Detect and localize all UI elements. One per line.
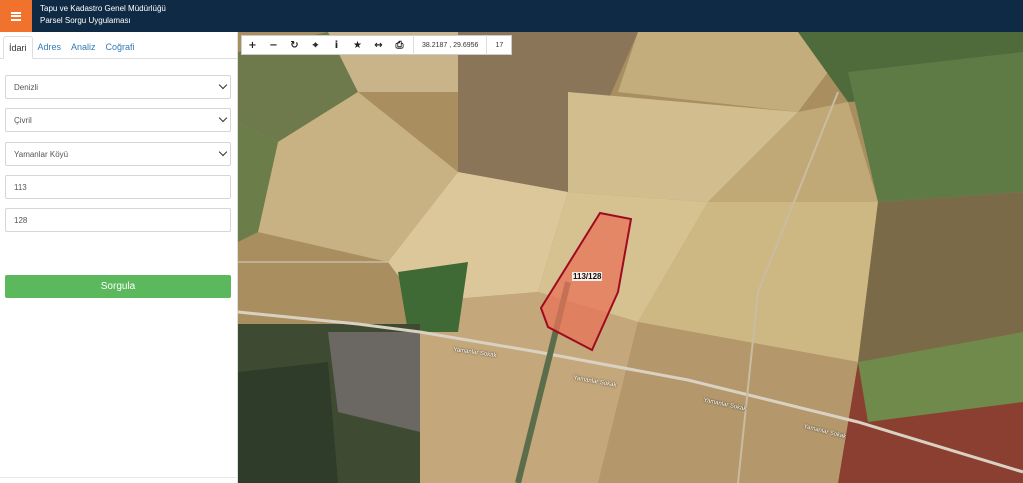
province-select[interactable]: Denizli xyxy=(5,75,231,99)
app-header: Tapu ve Kadastro Genel Müdürlüğü Parsel … xyxy=(0,0,1023,32)
zoom-level: 17 xyxy=(495,41,504,49)
coordinate-readout: 38.2187 , 29.6956 xyxy=(413,35,488,55)
print-icon[interactable]: ⎙ xyxy=(389,35,410,55)
parcel-input[interactable]: 128 xyxy=(5,208,231,232)
minus-icon[interactable]: − xyxy=(263,35,284,55)
measure-icon[interactable]: ↔ xyxy=(368,35,389,55)
parcel-label: 113/128 xyxy=(572,272,603,281)
plus-icon[interactable]: + xyxy=(242,35,263,55)
crosshair-icon[interactable]: ⌖ xyxy=(305,35,326,55)
parcel-value: 128 xyxy=(14,215,28,225)
menu-button[interactable] xyxy=(0,0,32,32)
tab-analiz[interactable]: Analiz xyxy=(66,36,101,59)
refresh-icon[interactable]: ↻ xyxy=(284,35,305,55)
query-button[interactable]: Sorgula xyxy=(5,275,231,298)
sidebar: İdari Adres Analiz Coğrafi Denizli Çivri… xyxy=(0,32,238,483)
app-title-line1: Tapu ve Kadastro Genel Müdürlüğü xyxy=(40,4,166,13)
block-input[interactable]: 113 xyxy=(5,175,231,199)
map-toolbar: + − ↻ ⌖ i ★ ↔ ⎙ 38.2187 , 29.6956 17 xyxy=(241,35,513,55)
tab-cografi[interactable]: Coğrafi xyxy=(101,36,140,59)
district-value: Çivril xyxy=(14,115,32,125)
block-value: 113 xyxy=(14,182,27,192)
info-icon[interactable]: i xyxy=(326,35,347,55)
app-title-line2: Parsel Sorgu Uygulaması xyxy=(40,16,131,25)
app-title: Tapu ve Kadastro Genel Müdürlüğü Parsel … xyxy=(40,3,166,27)
sidebar-footer xyxy=(0,477,238,483)
map-view[interactable]: 113/128 Yamanlar Sokak Yamanlar Sokak Ya… xyxy=(238,32,1023,483)
hamburger-icon xyxy=(11,11,21,21)
tab-idari[interactable]: İdari xyxy=(3,36,33,59)
star-icon[interactable]: ★ xyxy=(347,35,368,55)
neighborhood-value: Yamanlar Köyü xyxy=(14,149,69,159)
district-select[interactable]: Çivril xyxy=(5,108,231,132)
sidebar-tabs: İdari Adres Analiz Coğrafi xyxy=(0,32,237,59)
province-value: Denizli xyxy=(14,82,39,92)
chevron-down-icon xyxy=(218,80,228,90)
chevron-down-icon xyxy=(218,147,228,157)
tab-adres[interactable]: Adres xyxy=(33,36,67,59)
chevron-down-icon xyxy=(218,113,228,123)
neighborhood-select[interactable]: Yamanlar Köyü xyxy=(5,142,231,166)
satellite-imagery xyxy=(238,32,1023,483)
